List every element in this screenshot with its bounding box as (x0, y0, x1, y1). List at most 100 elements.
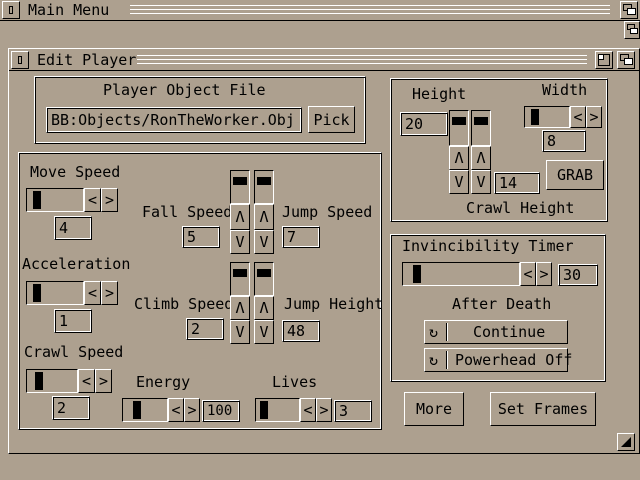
invincibility-increase-button[interactable]: > (536, 262, 552, 286)
jump-height-slider[interactable] (254, 262, 274, 296)
energy-value-field[interactable]: 100 (202, 400, 240, 422)
jump-speed-slider[interactable] (254, 170, 274, 204)
climb-speed-up-button[interactable]: Λ (230, 296, 250, 320)
width-increase-button[interactable]: > (586, 106, 602, 128)
object-file-path-field[interactable]: BB:Objects/RonTheWorker.Obj (46, 107, 302, 133)
height-down-button[interactable]: V (449, 170, 469, 194)
crawl-height-up-button[interactable]: Λ (471, 146, 491, 170)
window-close-icon[interactable] (11, 51, 29, 69)
invincibility-knob[interactable] (413, 265, 421, 283)
jump-height-knob[interactable] (257, 269, 271, 277)
climb-speed-knob[interactable] (233, 269, 247, 277)
fall-speed-value-field[interactable]: 5 (182, 226, 220, 248)
up-arrow-icon: Λ (235, 299, 245, 317)
jump-speed-up-button[interactable]: Λ (254, 204, 274, 230)
lives-knob[interactable] (260, 401, 268, 419)
crawl-speed-value-field[interactable]: 2 (52, 396, 90, 420)
climb-speed-value: 2 (191, 320, 201, 338)
move-speed-increase-button[interactable]: > (101, 188, 118, 212)
energy-increase-button[interactable]: > (184, 398, 200, 422)
height-slider[interactable] (449, 110, 469, 146)
jump-height-value-field[interactable]: 48 (282, 320, 320, 342)
screen-title-bar[interactable]: Main Menu (0, 0, 640, 21)
acceleration-knob[interactable] (33, 284, 41, 302)
width-knob[interactable] (531, 109, 539, 125)
window-drag-area[interactable] (137, 53, 587, 67)
screen-depth-icon[interactable] (624, 21, 640, 39)
pick-button-label: Pick (313, 110, 350, 129)
set-frames-button[interactable]: Set Frames (490, 392, 596, 426)
jump-height-down-button[interactable]: V (254, 320, 274, 344)
more-button[interactable]: More (404, 392, 464, 426)
depth-icon[interactable] (620, 1, 638, 19)
lives-increase-button[interactable]: > (316, 398, 332, 422)
acceleration-increase-button[interactable]: > (101, 281, 118, 305)
fall-speed-knob[interactable] (233, 177, 247, 185)
height-up-button[interactable]: Λ (449, 146, 469, 170)
screen-depth-gadget[interactable] (624, 20, 640, 42)
invincibility-slider[interactable] (402, 262, 520, 286)
fall-speed-up-button[interactable]: Λ (230, 204, 250, 230)
lives-label: Lives (272, 373, 318, 391)
zoom-icon[interactable] (595, 51, 613, 69)
jump-height-up-button[interactable]: Λ (254, 296, 274, 320)
after-death-powerhead-cycle[interactable]: ↻ Powerhead Off (424, 348, 572, 372)
lives-decrease-button[interactable]: < (300, 398, 316, 422)
fall-speed-slider[interactable] (230, 170, 250, 204)
move-speed-decrease-button[interactable]: < (84, 188, 101, 212)
jump-speed-down-button[interactable]: V (254, 230, 274, 254)
close-icon[interactable] (2, 1, 20, 19)
move-speed-slider[interactable] (26, 188, 84, 212)
window-depth-icon[interactable] (617, 51, 635, 69)
window-title: Edit Player (37, 51, 137, 69)
move-speed-knob[interactable] (33, 191, 41, 209)
lives-value-field[interactable]: 3 (334, 400, 372, 422)
climb-speed-down-button[interactable]: V (230, 320, 250, 344)
jump-speed-value-field[interactable]: 7 (282, 226, 320, 248)
crawl-height-slider[interactable] (471, 110, 491, 146)
energy-decrease-button[interactable]: < (168, 398, 184, 422)
crawl-speed-slider[interactable] (26, 369, 78, 393)
acceleration-decrease-button[interactable]: < (84, 281, 101, 305)
set-frames-button-label: Set Frames (497, 400, 589, 418)
continue-label: Continue (473, 323, 546, 341)
jump-height-value: 48 (287, 322, 306, 340)
resize-icon[interactable] (617, 433, 635, 451)
crawl-speed-increase-button[interactable]: > (95, 369, 112, 393)
crawl-speed-decrease-button[interactable]: < (78, 369, 95, 393)
climb-speed-slider[interactable] (230, 262, 250, 296)
pick-button[interactable]: Pick (308, 106, 355, 133)
invincibility-label: Invincibility Timer (402, 237, 574, 255)
invincibility-value-field[interactable]: 30 (558, 264, 598, 286)
acceleration-value-field[interactable]: 1 (54, 309, 92, 333)
energy-knob[interactable] (133, 401, 141, 419)
lives-slider[interactable] (255, 398, 300, 422)
crawl-height-knob[interactable] (474, 117, 488, 125)
grab-button[interactable]: GRAB (546, 160, 604, 190)
crawl-height-value-field[interactable]: 14 (494, 172, 540, 194)
jump-speed-knob[interactable] (257, 177, 271, 185)
title-bar-drag-area[interactable] (130, 3, 610, 17)
down-arrow-icon: V (259, 233, 269, 251)
acceleration-slider[interactable] (26, 281, 84, 305)
energy-slider[interactable] (122, 398, 168, 422)
width-value: 8 (547, 132, 557, 150)
object-file-path: BB:Objects/RonTheWorker.Obj (51, 111, 295, 129)
climb-speed-value-field[interactable]: 2 (186, 318, 224, 340)
after-death-continue-cycle[interactable]: ↻ Continue (424, 320, 568, 344)
width-value-field[interactable]: 8 (542, 130, 586, 152)
crawl-speed-knob[interactable] (35, 372, 43, 390)
width-slider[interactable] (524, 106, 570, 128)
crawl-height-label: Crawl Height (466, 199, 575, 217)
height-label: Height (412, 85, 467, 103)
height-knob[interactable] (452, 117, 466, 125)
window-title-bar[interactable]: Edit Player (9, 49, 639, 71)
crawl-height-down-button[interactable]: V (471, 170, 491, 194)
invincibility-decrease-button[interactable]: < (520, 262, 536, 286)
fall-speed-down-button[interactable]: V (230, 230, 250, 254)
width-decrease-button[interactable]: < (570, 106, 586, 128)
jump-speed-value: 7 (287, 228, 297, 246)
move-speed-value-field[interactable]: 4 (54, 216, 92, 240)
invincibility-value: 30 (563, 266, 582, 284)
height-value-field[interactable]: 20 (400, 112, 448, 136)
